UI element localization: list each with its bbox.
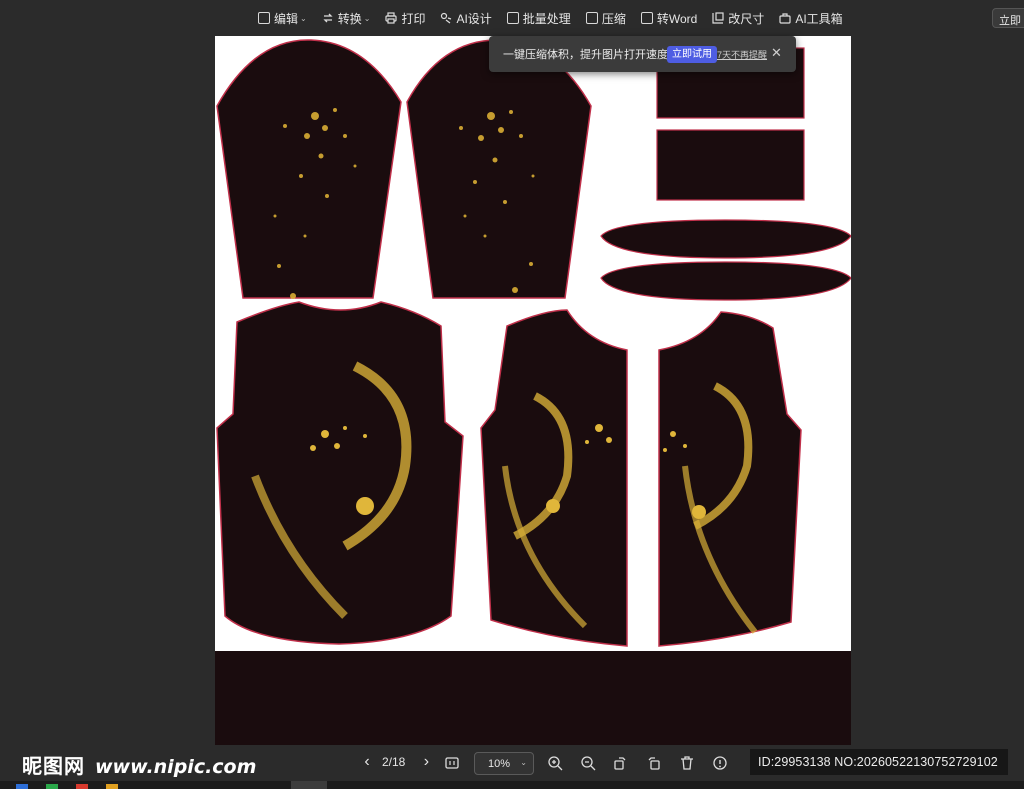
dismiss-7-days-link[interactable]: 7天不再提醒 [717, 48, 767, 61]
page-indicator: 2/18 [382, 755, 406, 769]
sleeve-piece-left [216, 39, 402, 299]
image-id-label: ID:29953138 NO:20260522130752729102 [750, 749, 1008, 775]
toolbar-ai-design-button[interactable]: AI设计 [440, 9, 499, 27]
convert-icon [322, 12, 334, 24]
taskbar-active-tab[interactable] [291, 781, 327, 789]
word-icon [640, 12, 653, 24]
zoom-in-icon[interactable] [547, 755, 563, 771]
toolbox-icon [779, 12, 791, 24]
logo-url: www.nipic.com [95, 756, 257, 778]
toolbar-convert-label: 转换 [337, 11, 362, 26]
zoom-select[interactable]: 10% ⌄ [474, 752, 534, 775]
zoom-value: 10% [488, 758, 511, 770]
taskbar-app-icon[interactable] [46, 784, 58, 789]
toolbar-ai-design-label: AI设计 [456, 11, 492, 26]
banner-text: 一键压缩体积，提升图片打开速度 [503, 49, 668, 61]
toolbar-compress-label: 压缩 [601, 11, 626, 26]
back-body-piece [216, 301, 464, 645]
toolbar-print-label: 打印 [401, 11, 426, 26]
toolbar-items: 编辑 ⌄ 转换 ⌄ 打印 AI设计 批量处理 压缩 转Word 改尺寸 AI工具… [258, 9, 858, 27]
sleeve-piece-right [406, 39, 592, 299]
compress-promo-banner: 一键压缩体积，提升图片打开速度 立即试用 7天不再提醒 ✕ [489, 36, 796, 72]
toolbar-word-label: 转Word [656, 11, 698, 26]
close-icon[interactable]: ✕ [771, 45, 782, 61]
resize-icon [712, 12, 724, 24]
toolbar-edit-button[interactable]: 编辑 ⌄ [258, 9, 315, 27]
printer-icon [385, 12, 398, 24]
toolbar-batch-label: 批量处理 [522, 11, 571, 26]
toolbar-print-button[interactable]: 打印 [385, 9, 433, 27]
collar-piece-2 [656, 129, 805, 201]
toolbar-batch-button[interactable]: 批量处理 [506, 9, 579, 27]
image-edit-icon [258, 12, 270, 24]
curved-band-1 [600, 219, 851, 259]
rotate-right-icon[interactable] [646, 755, 662, 771]
taskbar-app-icon[interactable] [16, 784, 28, 789]
toolbar-compress-button[interactable]: 压缩 [585, 9, 634, 27]
toolbar-ai-toolbox-label: AI工具箱 [795, 11, 843, 26]
garment-pattern-image [216, 39, 851, 647]
toolbar-convert-button[interactable]: 转换 ⌄ [322, 9, 379, 27]
toolbar-resize-label: 改尺寸 [728, 11, 765, 26]
chevron-down-icon: ⌄ [520, 758, 527, 767]
chevron-down-icon: ⌄ [363, 13, 371, 23]
toolbar-edit-label: 编辑 [274, 11, 299, 26]
zoom-out-icon[interactable] [580, 755, 596, 771]
logo-chinese: 昵图网 [22, 754, 85, 778]
curved-band-2 [600, 261, 851, 301]
previous-page-icon[interactable]: ‹ [358, 753, 376, 771]
try-now-button[interactable]: 立即 [992, 8, 1024, 28]
taskbar-strip [0, 781, 1024, 789]
taskbar-icons [0, 784, 118, 789]
taskbar-app-icon[interactable] [106, 784, 118, 789]
batch-icon [506, 12, 519, 24]
site-watermark-logo: 昵图网 www.nipic.com [22, 750, 256, 779]
image-canvas[interactable] [215, 36, 851, 745]
chevron-down-icon: ⌄ [300, 13, 307, 23]
bottom-bar: 昵图网 www.nipic.com ‹ 2/18 › 10% ⌄ ID:2995… [0, 745, 1024, 781]
toolbar-word-button[interactable]: 转Word [640, 9, 705, 27]
front-left-piece [480, 309, 628, 647]
ai-design-icon [440, 12, 452, 24]
page-navigation: ‹ 2/18 › [358, 753, 435, 771]
next-page-icon[interactable]: › [417, 753, 435, 771]
rotate-left-icon[interactable] [612, 755, 628, 771]
toolbar-ai-toolbox-button[interactable]: AI工具箱 [779, 9, 850, 27]
image-viewer-app: 编辑 ⌄ 转换 ⌄ 打印 AI设计 批量处理 压缩 转Word 改尺寸 AI工具… [0, 0, 1024, 789]
fit-screen-icon[interactable] [444, 755, 460, 771]
info-icon[interactable] [712, 755, 728, 771]
try-now-banner-button[interactable]: 立即试用 [667, 46, 717, 63]
compress-icon [585, 12, 598, 24]
taskbar-app-icon[interactable] [76, 784, 88, 789]
delete-icon[interactable] [679, 755, 695, 771]
top-toolbar: 编辑 ⌄ 转换 ⌄ 打印 AI设计 批量处理 压缩 转Word 改尺寸 AI工具… [0, 0, 1024, 36]
toolbar-resize-button[interactable]: 改尺寸 [712, 9, 772, 27]
